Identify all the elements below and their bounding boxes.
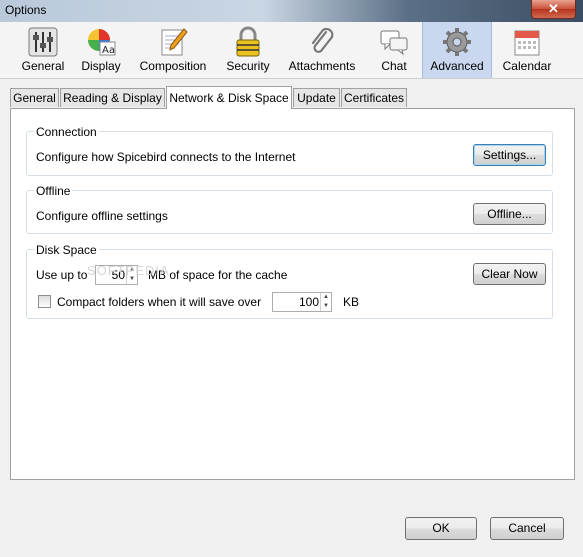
tab-label: Update <box>297 91 336 105</box>
close-button[interactable]: ✕ <box>531 0 576 19</box>
pane-label-display: Display <box>81 59 121 73</box>
tab-label: General <box>13 91 56 105</box>
tab-panel: Connection Configure how Spicebird conne… <box>10 108 575 480</box>
connection-description: Configure how Spicebird connects to the … <box>36 150 296 164</box>
color-wheel-font-icon: Aa <box>88 29 116 56</box>
softpedia-watermark: SOFTPEDIA <box>87 263 170 278</box>
close-icon: ✕ <box>548 1 559 16</box>
tab-label: Network & Disk Space <box>169 91 289 105</box>
sliders-icon <box>28 27 58 57</box>
spin-down-icon[interactable]: ▼ <box>321 302 331 311</box>
connection-legend: Connection <box>34 125 99 139</box>
disk-space-legend: Disk Space <box>34 243 99 257</box>
ok-button[interactable]: OK <box>405 517 477 540</box>
tab-reading-display[interactable]: Reading & Display <box>60 88 165 107</box>
pane-composition[interactable]: Composition <box>133 22 213 78</box>
pane-label-composition: Composition <box>139 59 207 73</box>
tab-update[interactable]: Update <box>293 88 340 107</box>
pencil-notepad-icon <box>161 28 188 56</box>
offline-legend: Offline <box>34 184 73 198</box>
gear-icon <box>443 28 471 56</box>
pane-label-security: Security <box>226 59 270 73</box>
title-bar[interactable]: Options ✕ <box>0 0 583 22</box>
tab-general[interactable]: General <box>10 88 59 107</box>
pane-label-general: General <box>21 59 65 73</box>
tab-label: Certificates <box>343 91 405 105</box>
pane-general[interactable]: General <box>17 22 69 78</box>
compact-unit-label: KB <box>343 295 360 309</box>
connection-group: Connection Configure how Spicebird conne… <box>26 125 553 176</box>
disk-space-group: Disk Space Use up to 50 ▲ ▼ MB of space … <box>26 243 553 319</box>
clear-now-button[interactable]: Clear Now <box>473 263 546 285</box>
pane-label-advanced: Advanced <box>430 59 484 73</box>
compact-folders-label: Compact folders when it will save over <box>57 295 262 309</box>
tab-label: Reading & Display <box>63 91 162 105</box>
pane-display[interactable]: Aa Display <box>76 22 126 78</box>
svg-text:Aa: Aa <box>102 45 115 56</box>
pane-label-attachments: Attachments <box>288 59 356 73</box>
pane-label-chat: Chat <box>381 59 407 73</box>
chat-bubbles-icon <box>380 30 408 56</box>
options-window: Options ✕ General Aa Display Composition… <box>0 0 583 557</box>
pane-calendar[interactable]: Calendar <box>497 22 557 78</box>
offline-button[interactable]: Offline... <box>473 203 546 225</box>
pane-chat[interactable]: Chat <box>372 22 416 78</box>
tab-certificates[interactable]: Certificates <box>341 88 407 107</box>
padlock-icon <box>236 26 260 57</box>
pane-advanced[interactable]: Advanced <box>422 22 492 78</box>
spin-up-icon[interactable]: ▲ <box>321 293 331 302</box>
compact-folders-checkbox[interactable] <box>38 295 51 308</box>
calendar-icon <box>514 30 540 56</box>
spinner-arrows[interactable]: ▲ ▼ <box>320 293 331 311</box>
pane-label-calendar: Calendar <box>502 59 552 73</box>
pane-security[interactable]: Security <box>221 22 275 78</box>
compact-threshold-spinner[interactable]: 100 ▲ ▼ <box>272 292 332 312</box>
paperclip-icon <box>311 27 334 53</box>
compact-threshold-value: 100 <box>298 295 319 309</box>
tab-network-disk-space[interactable]: Network & Disk Space <box>166 86 292 109</box>
window-title: Options <box>5 3 47 17</box>
preferences-toolbar: General Aa Display Composition Security … <box>0 22 583 79</box>
settings-button[interactable]: Settings... <box>473 144 546 166</box>
pane-attachments[interactable]: Attachments <box>283 22 361 78</box>
offline-description: Configure offline settings <box>36 209 168 223</box>
cancel-button[interactable]: Cancel <box>490 517 564 540</box>
use-up-to-label: Use up to <box>36 268 88 282</box>
offline-group: Offline Configure offline settings Offli… <box>26 184 553 234</box>
